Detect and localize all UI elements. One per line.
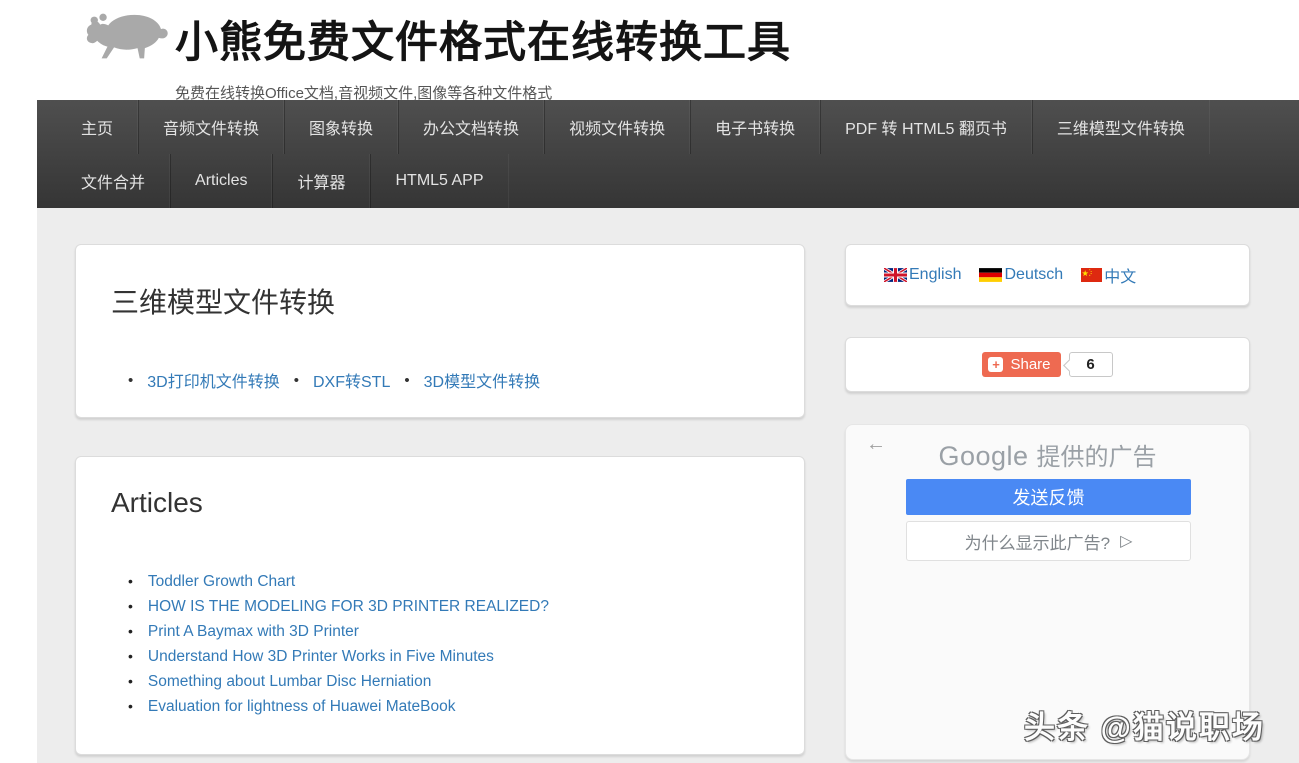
share-panel: + Share 6 xyxy=(845,337,1250,392)
site-title: 小熊免费文件格式在线转换工具 xyxy=(175,8,791,70)
plus-icon: + xyxy=(988,357,1003,372)
back-arrow-icon[interactable]: ← xyxy=(866,433,886,456)
model-panel-title: 三维模型文件转换 xyxy=(76,245,804,321)
nav-item[interactable]: HTML5 APP xyxy=(370,154,508,208)
language-label: Deutsch xyxy=(1004,266,1063,284)
why-this-ad-label: 为什么显示此广告? xyxy=(965,529,1110,554)
ad-provider-suffix: 提供的广告 xyxy=(1037,444,1157,471)
site-header: 小熊免费文件格式在线转换工具 免费在线转换Office文档,音视频文件,图像等各… xyxy=(0,0,1299,100)
nav-item[interactable]: Articles xyxy=(170,154,272,208)
share-button-label: Share xyxy=(1010,356,1050,373)
germany-flag-icon xyxy=(979,268,1004,282)
language-panel: English Deutsch xyxy=(845,244,1250,306)
list-item: Print A Baymax with 3D Printer xyxy=(128,619,804,644)
nav-item[interactable]: 三维模型文件转换 xyxy=(1032,100,1210,154)
nav-item[interactable]: PDF 转 HTML5 翻页书 xyxy=(820,100,1032,154)
model-links-list: 3D打印机文件转换 DXF转STL 3D模型文件转换 xyxy=(128,368,804,392)
list-item: DXF转STL xyxy=(294,368,391,392)
language-link-deutsch[interactable]: Deutsch xyxy=(979,266,1063,284)
nav-row-1: 主页音频文件转换图象转换办公文档转换视频文件转换电子书转换PDF 转 HTML5… xyxy=(37,100,1299,154)
article-link[interactable]: Evaluation for lightness of Huawei MateB… xyxy=(148,694,456,719)
language-label: English xyxy=(909,266,961,284)
list-item: 3D打印机文件转换 xyxy=(128,368,280,392)
article-link[interactable]: HOW IS THE MODELING FOR 3D PRINTER REALI… xyxy=(148,594,549,619)
share-count-badge: 6 xyxy=(1069,352,1113,377)
article-link[interactable]: Understand How 3D Printer Works in Five … xyxy=(148,644,494,669)
nav-item[interactable]: 音频文件转换 xyxy=(138,100,284,154)
nav-row-2: 文件合并Articles计算器HTML5 APP xyxy=(37,154,1299,208)
nav-item[interactable]: 办公文档转换 xyxy=(398,100,544,154)
model-conversion-link[interactable]: 3D模型文件转换 xyxy=(424,368,540,392)
articles-panel: Articles Toddler Growth ChartHOW IS THE … xyxy=(75,456,805,755)
nav-item[interactable]: 视频文件转换 xyxy=(544,100,690,154)
google-logo-text: Google xyxy=(938,441,1028,471)
nav-item[interactable]: 电子书转换 xyxy=(690,100,820,154)
china-flag-icon xyxy=(1081,268,1104,282)
adchoices-icon: ▷ xyxy=(1120,531,1132,551)
list-item: HOW IS THE MODELING FOR 3D PRINTER REALI… xyxy=(128,594,804,619)
nav-item[interactable]: 文件合并 xyxy=(57,154,170,208)
share-count-value: 6 xyxy=(1086,356,1094,373)
article-link[interactable]: Print A Baymax with 3D Printer xyxy=(148,619,359,644)
articles-list: Toddler Growth ChartHOW IS THE MODELING … xyxy=(128,569,804,719)
share-button[interactable]: + Share xyxy=(982,352,1060,377)
model-conversion-link[interactable]: DXF转STL xyxy=(313,368,390,392)
toutiao-watermark: 头条 @猫说职场 xyxy=(1024,702,1265,747)
article-link[interactable]: Toddler Growth Chart xyxy=(148,569,295,594)
articles-panel-title: Articles xyxy=(76,457,804,519)
why-this-ad-button[interactable]: 为什么显示此广告? ▷ xyxy=(906,521,1191,561)
language-link-english[interactable]: English xyxy=(884,266,961,284)
list-item: Toddler Growth Chart xyxy=(128,569,804,594)
list-item: 3D模型文件转换 xyxy=(404,368,540,392)
list-item: Evaluation for lightness of Huawei MateB… xyxy=(128,694,804,719)
nav-item[interactable]: 计算器 xyxy=(272,154,370,208)
uk-flag-icon xyxy=(884,268,909,282)
language-label: 中文 xyxy=(1104,263,1136,287)
list-item: Understand How 3D Printer Works in Five … xyxy=(128,644,804,669)
send-feedback-button[interactable]: 发送反馈 xyxy=(906,479,1191,515)
page: 小熊免费文件格式在线转换工具 免费在线转换Office文档,音视频文件,图像等各… xyxy=(0,0,1299,763)
nav-item[interactable]: 主页 xyxy=(57,100,138,154)
model-conversion-link[interactable]: 3D打印机文件转换 xyxy=(147,368,279,392)
bear-logo-icon xyxy=(84,2,172,67)
article-link[interactable]: Something about Lumbar Disc Herniation xyxy=(148,669,431,694)
list-item: Something about Lumbar Disc Herniation xyxy=(128,669,804,694)
model-conversion-panel: 三维模型文件转换 3D打印机文件转换 DXF转STL 3D模型文件转换 xyxy=(75,244,805,418)
nav-item[interactable]: 图象转换 xyxy=(284,100,398,154)
language-link-chinese[interactable]: 中文 xyxy=(1081,263,1136,287)
ad-provider-label: Google 提供的广告 xyxy=(846,437,1249,472)
main-nav: 主页音频文件转换图象转换办公文档转换视频文件转换电子书转换PDF 转 HTML5… xyxy=(37,100,1299,208)
